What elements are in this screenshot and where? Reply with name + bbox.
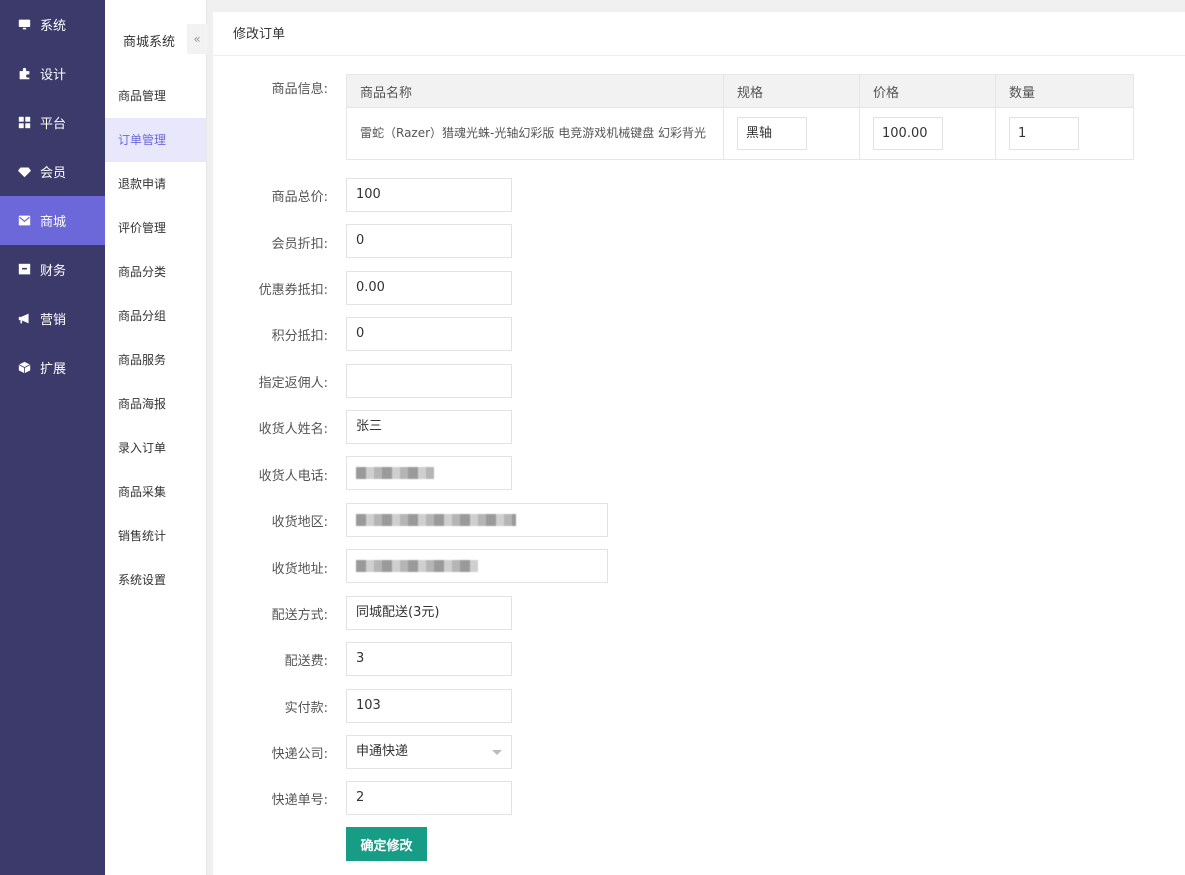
nav-item-label: 系统: [40, 19, 67, 34]
sub-item-posters[interactable]: 商品海报: [105, 382, 206, 426]
nav-item-platform[interactable]: 平台: [0, 98, 105, 147]
col-header-qty: 数量: [995, 73, 1134, 109]
receiver-name-input[interactable]: 张三: [346, 410, 512, 444]
nav-item-finance[interactable]: 财务: [0, 245, 105, 294]
price-cell: 100.00: [859, 107, 996, 160]
nav-item-label: 设计: [40, 68, 67, 83]
receiver-name-label: 收货人姓名:: [258, 422, 328, 437]
points-label: 积分抵扣:: [271, 329, 328, 344]
qty-cell: 1: [995, 107, 1134, 160]
product-info-label: 商品信息:: [271, 82, 328, 97]
sub-menu: 商城系统 « 商品管理 订单管理 退款申请 评价管理 商品分类 商品分组 商品服…: [105, 0, 207, 875]
redacted-phone: [356, 466, 434, 479]
sub-menu-title: 商城系统: [123, 35, 176, 50]
redacted-address: [356, 559, 478, 572]
referrer-label: 指定返佣人:: [258, 376, 328, 391]
nav-item-marketing[interactable]: 营销: [0, 294, 105, 343]
courier-select[interactable]: 申通快递: [346, 735, 512, 769]
nav-item-label: 会员: [40, 166, 67, 181]
spec-input[interactable]: 黑轴: [737, 117, 807, 151]
sub-item-orders[interactable]: 订单管理: [105, 118, 206, 162]
nav-item-member[interactable]: 会员: [0, 147, 105, 196]
redacted-region: [356, 513, 516, 526]
receiver-phone-label: 收货人电话:: [258, 469, 328, 484]
region-input[interactable]: [346, 503, 608, 537]
sub-item-products[interactable]: 商品管理: [105, 74, 206, 118]
sub-item-services[interactable]: 商品服务: [105, 338, 206, 382]
main-nav: 系统 设计 平台 会员 商城 财务 营销 扩展: [0, 0, 105, 875]
sub-item-reviews[interactable]: 评价管理: [105, 206, 206, 250]
puzzle-icon: [18, 67, 31, 80]
wallet-icon: [18, 263, 31, 276]
product-name: 雷蛇（Razer）猎魂光蛛-光轴幻彩版 电竞游戏机械键盘 幻彩背光: [346, 107, 724, 160]
collapse-button[interactable]: «: [187, 24, 207, 54]
nav-item-label: 商城: [40, 215, 67, 230]
sub-item-sales-stats[interactable]: 销售统计: [105, 514, 206, 558]
address-label: 收货地址:: [271, 562, 328, 577]
sub-item-settings[interactable]: 系统设置: [105, 558, 206, 602]
qty-input[interactable]: 1: [1009, 117, 1079, 151]
total-input[interactable]: 100: [346, 178, 512, 212]
tracking-label: 快递单号:: [271, 793, 328, 808]
grid-icon: [18, 116, 31, 129]
coupon-label: 优惠券抵扣:: [258, 283, 328, 298]
spec-cell: 黑轴: [723, 107, 860, 160]
member-discount-input[interactable]: 0: [346, 224, 512, 258]
sub-item-groups[interactable]: 商品分组: [105, 294, 206, 338]
chevron-down-icon: [492, 750, 502, 755]
nav-item-label: 营销: [40, 313, 67, 328]
col-header-spec: 规格: [723, 73, 860, 109]
delivery-method-input[interactable]: 同城配送(3元): [346, 596, 512, 630]
paid-label: 实付款:: [284, 701, 328, 716]
nav-item-label: 扩展: [40, 362, 67, 377]
mail-icon: [18, 214, 31, 227]
region-label: 收货地区:: [271, 515, 328, 530]
nav-item-label: 财务: [40, 264, 67, 279]
courier-label: 快递公司:: [271, 747, 328, 762]
table-row: 雷蛇（Razer）猎魂光蛛-光轴幻彩版 电竞游戏机械键盘 幻彩背光 黑轴 100…: [346, 107, 1134, 160]
courier-value: 申通快递: [356, 744, 409, 759]
receiver-phone-input[interactable]: [346, 456, 512, 490]
points-input[interactable]: 0: [346, 317, 512, 351]
delivery-fee-label: 配送费:: [284, 654, 328, 669]
paid-input[interactable]: 103: [346, 689, 512, 723]
sub-item-collect[interactable]: 商品采集: [105, 470, 206, 514]
nav-item-mall[interactable]: 商城: [0, 196, 105, 245]
price-input[interactable]: 100.00: [873, 117, 943, 151]
monitor-icon: [18, 18, 31, 31]
delivery-fee-input[interactable]: 3: [346, 642, 512, 676]
sub-item-refunds[interactable]: 退款申请: [105, 162, 206, 206]
member-discount-label: 会员折扣:: [271, 237, 328, 252]
sub-item-enter-order[interactable]: 录入订单: [105, 426, 206, 470]
tracking-input[interactable]: 2: [346, 781, 512, 815]
content-panel: 修改订单 商品信息: 商品名称 规格 价格 数量 雷蛇（Razer）猎魂光蛛-光…: [213, 12, 1185, 875]
product-table: 商品名称 规格 价格 数量 雷蛇（Razer）猎魂光蛛-光轴幻彩版 电竞游戏机械…: [346, 73, 1134, 160]
delivery-method-label: 配送方式:: [271, 608, 328, 623]
cube-icon: [18, 361, 31, 374]
total-label: 商品总价:: [271, 190, 328, 205]
nav-item-design[interactable]: 设计: [0, 49, 105, 98]
diamond-icon: [18, 165, 31, 178]
col-header-price: 价格: [859, 73, 996, 109]
referrer-input[interactable]: [346, 364, 512, 398]
nav-item-label: 平台: [40, 117, 67, 132]
confirm-button[interactable]: 确定修改: [346, 827, 427, 861]
page-title: 修改订单: [213, 12, 1185, 56]
megaphone-icon: [18, 312, 31, 325]
address-input[interactable]: [346, 549, 608, 583]
sub-item-categories[interactable]: 商品分类: [105, 250, 206, 294]
nav-item-system[interactable]: 系统: [0, 0, 105, 49]
nav-item-extension[interactable]: 扩展: [0, 343, 105, 392]
sub-menu-header: 商城系统 «: [105, 0, 207, 74]
col-header-name: 商品名称: [346, 73, 724, 109]
coupon-input[interactable]: 0.00: [346, 271, 512, 305]
